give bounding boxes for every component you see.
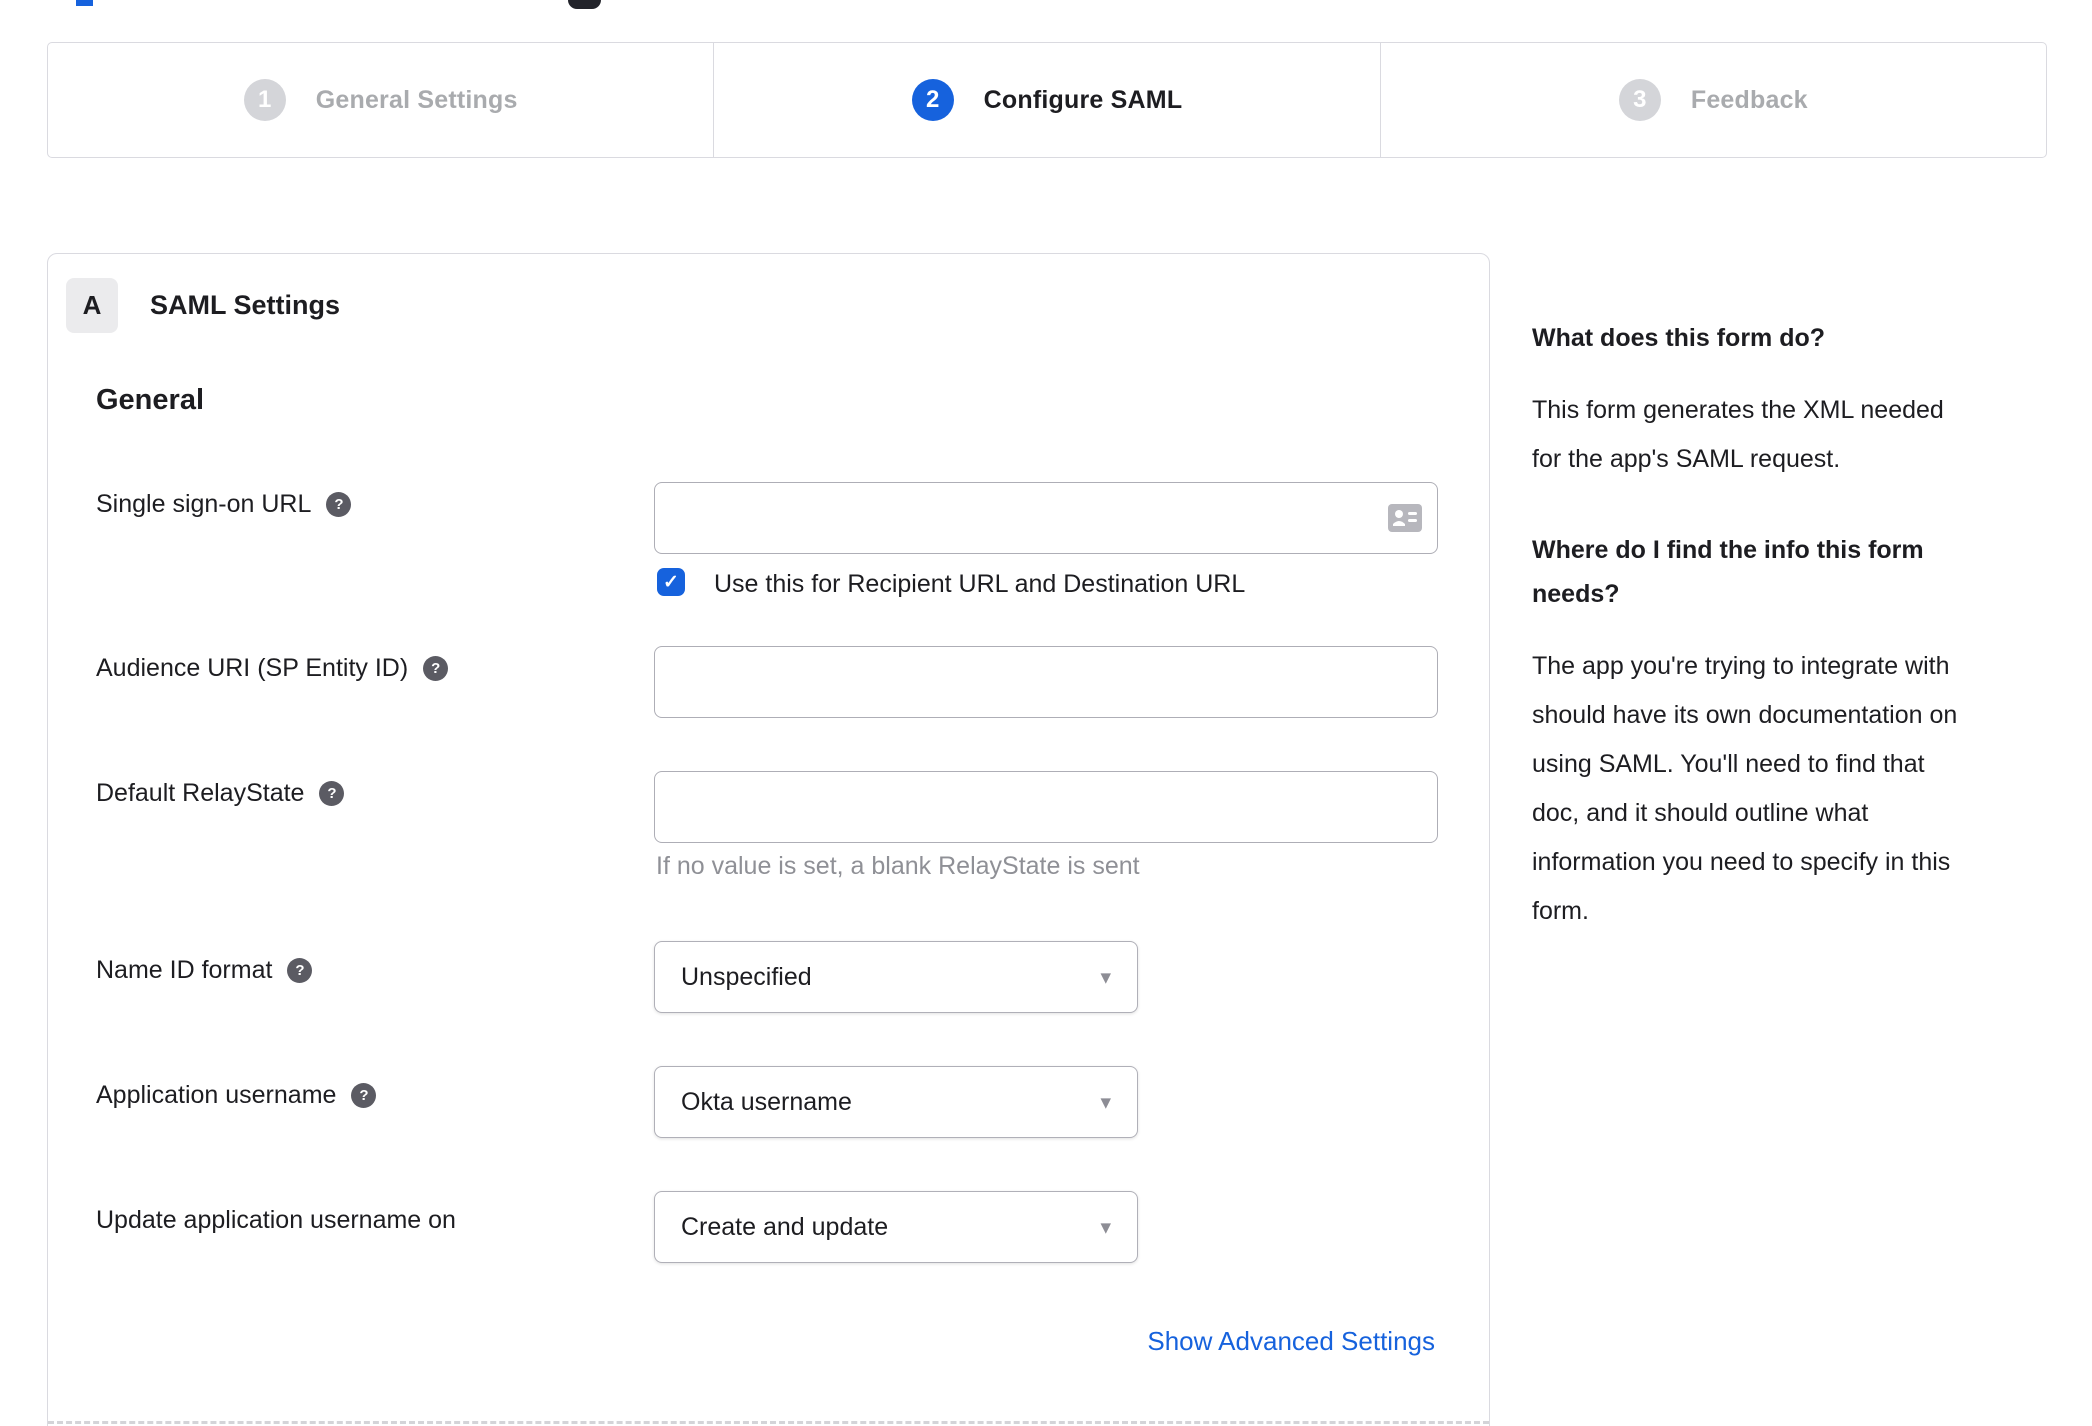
help-sidebar: What does this form do? This form genera…	[1532, 316, 2037, 980]
audience-uri-label: Audience URI (SP Entity ID) ?	[96, 654, 449, 683]
help-icon[interactable]: ?	[319, 781, 345, 806]
application-username-select[interactable]: Okta username ▾	[654, 1066, 1138, 1138]
sso-url-label-text: Single sign-on URL	[96, 490, 312, 518]
step-2-circle: 2	[911, 79, 954, 121]
name-id-format-select[interactable]: Unspecified ▾	[654, 941, 1138, 1013]
show-advanced-settings-link[interactable]: Show Advanced Settings	[1147, 1326, 1435, 1357]
sidebar-body-what: This form generates the XML needed for t…	[1532, 396, 1944, 473]
update-username-label-text: Update application username on	[96, 1206, 456, 1234]
dashed-divider	[48, 1421, 1489, 1424]
application-username-label-text: Application username	[96, 1081, 337, 1109]
help-icon[interactable]: ?	[351, 1083, 377, 1108]
panel-header: A SAML Settings	[66, 278, 340, 333]
audience-uri-label-text: Audience URI (SP Entity ID)	[96, 654, 409, 682]
wizard-stepper: 1 General Settings 2 Configure SAML 3 Fe…	[47, 42, 2047, 158]
top-blue-logo-fragment	[76, 0, 93, 6]
name-id-format-value: Unspecified	[681, 962, 812, 991]
sso-url-label: Single sign-on URL ?	[96, 490, 352, 519]
step-1-circle: 1	[243, 79, 286, 121]
step-3-label: Feedback	[1690, 85, 1808, 114]
relay-state-helper-text: If no value is set, a blank RelayState i…	[656, 852, 1140, 880]
sidebar-heading-where: Where do I find the info this form needs…	[1532, 536, 1924, 608]
step-3-circle: 3	[1618, 79, 1661, 121]
contact-card-icon[interactable]	[1388, 504, 1422, 532]
update-username-value: Create and update	[681, 1212, 889, 1241]
sidebar-body-where: The app you're trying to integrate with …	[1532, 652, 1958, 925]
application-username-value: Okta username	[681, 1087, 852, 1116]
help-icon[interactable]: ?	[326, 492, 352, 517]
chevron-down-icon: ▾	[1100, 1215, 1111, 1239]
update-username-label: Update application username on	[96, 1206, 456, 1235]
help-icon[interactable]: ?	[287, 958, 313, 983]
top-dark-button-fragment	[568, 0, 601, 9]
step-configure-saml[interactable]: 2 Configure SAML	[714, 43, 1381, 157]
application-username-label: Application username ?	[96, 1081, 377, 1110]
step-general-settings[interactable]: 1 General Settings	[48, 43, 715, 157]
saml-settings-panel: A SAML Settings General Single sign-on U…	[47, 253, 1490, 1426]
section-badge-a: A	[66, 278, 118, 333]
audience-uri-input[interactable]	[654, 646, 1438, 718]
update-username-select[interactable]: Create and update ▾	[654, 1191, 1138, 1263]
sso-url-input[interactable]	[654, 482, 1438, 554]
general-heading: General	[96, 384, 204, 416]
use-this-checkbox-label: Use this for Recipient URL and Destinati…	[714, 570, 1246, 598]
step-1-label: General Settings	[315, 85, 518, 114]
step-2-label: Configure SAML	[983, 85, 1183, 114]
saml-settings-title: SAML Settings	[150, 290, 341, 320]
name-id-format-label: Name ID format ?	[96, 956, 313, 985]
step-feedback[interactable]: 3 Feedback	[1381, 43, 2046, 157]
use-this-checkbox[interactable]: ✓	[657, 568, 685, 596]
help-icon[interactable]: ?	[423, 656, 449, 681]
chevron-down-icon: ▾	[1100, 965, 1111, 989]
chevron-down-icon: ▾	[1100, 1090, 1111, 1114]
name-id-format-label-text: Name ID format	[96, 956, 273, 984]
sidebar-heading-what: What does this form do?	[1532, 324, 1826, 352]
relay-state-input[interactable]	[654, 771, 1438, 843]
relay-state-label: Default RelayState ?	[96, 779, 345, 808]
relay-state-label-text: Default RelayState	[96, 779, 305, 807]
